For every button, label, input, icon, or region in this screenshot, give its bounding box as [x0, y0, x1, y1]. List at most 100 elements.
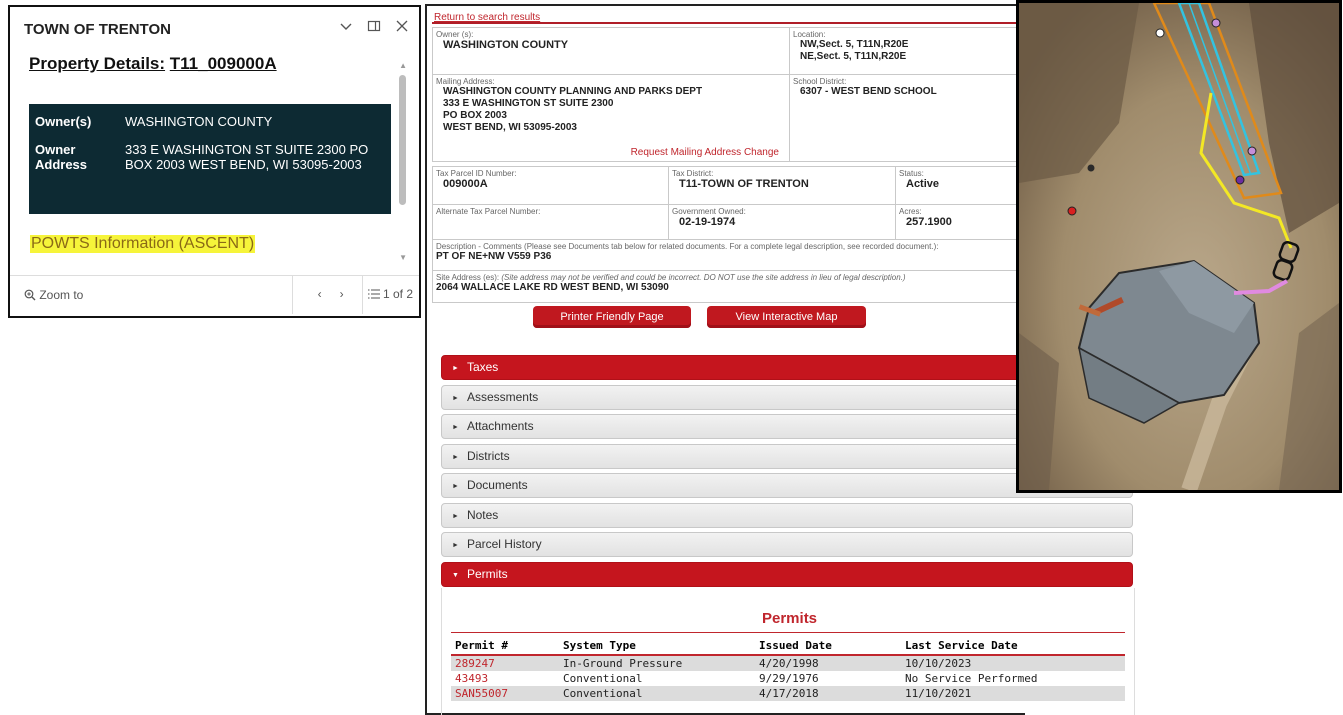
scroll-down-arrow-icon[interactable]: ▼	[399, 253, 407, 262]
table-row: 289247 In-Ground Pressure 4/20/1998 10/1…	[451, 655, 1125, 671]
aerial-imagery	[1019, 3, 1339, 490]
accordion-label: Attachments	[466, 419, 534, 433]
mailing-address-cell: Mailing Address: WASHINGTON COUNTY PLANN…	[432, 74, 790, 162]
location-cell: Location: NW,Sect. 5, T11N,R20E NE,Sect.…	[789, 27, 1027, 75]
location-label: Location:	[793, 30, 826, 39]
tax-parcel-value: 009000A	[443, 178, 488, 190]
permits-title: Permits	[762, 610, 818, 627]
system-type: Conventional	[559, 686, 755, 701]
status-value: Active	[906, 178, 940, 190]
column-header: Last Service Date	[901, 632, 1125, 656]
accordion-label: Permits	[466, 567, 508, 581]
accordion-label: Districts	[466, 449, 510, 463]
status-cell: Status: Active	[895, 166, 1027, 205]
previous-icon[interactable]: ‹	[318, 287, 322, 301]
last-service-date: 10/10/2023	[901, 655, 1125, 671]
popup-footer: Zoom to ‹ › 1 of 2	[10, 275, 419, 316]
location-line-1: NW,Sect. 5, T11N,R20E	[800, 39, 909, 50]
alternate-parcel-label: Alternate Tax Parcel Number:	[436, 207, 541, 216]
request-mailing-change-link[interactable]: Request Mailing Address Change	[631, 147, 779, 158]
permit-link[interactable]: 43493	[451, 671, 559, 686]
accordion-label: Documents	[466, 478, 528, 492]
system-type: In-Ground Pressure	[559, 655, 755, 671]
tax-parcel-label: Tax Parcel ID Number:	[436, 169, 517, 178]
school-district-cell: School District: 6307 - WEST BEND SCHOOL	[789, 74, 1027, 162]
mailing-address-label: Mailing Address:	[436, 77, 495, 86]
scroll-up-arrow-icon[interactable]: ▲	[399, 61, 407, 70]
owner-address-label: Owner Address	[35, 142, 88, 172]
caret-right-icon: ►	[452, 424, 459, 431]
owner-info-table: Owner(s) WASHINGTON COUNTY Owner Address 3…	[29, 104, 391, 214]
table-row: 43493 Conventional 9/29/1976 No Service …	[451, 671, 1125, 686]
popup-title: TOWN OF TRENTON	[24, 21, 171, 38]
table-row: SAN55007 Conventional 4/17/2018 11/10/20…	[451, 686, 1125, 701]
footer-divider	[292, 276, 293, 314]
government-owned-cell: Government Owned: 02-19-1974	[668, 204, 896, 240]
permit-link[interactable]: SAN55007	[451, 686, 559, 701]
column-header: Permit #	[451, 632, 559, 656]
issued-date: 9/29/1976	[759, 672, 819, 685]
caret-right-icon: ►	[452, 395, 459, 402]
issued-date: 4/17/2018	[755, 686, 901, 701]
tax-district-label: Tax District:	[672, 169, 714, 178]
last-service-date: No Service Performed	[905, 672, 1038, 685]
accordion-permits[interactable]: ▼ Permits	[441, 562, 1133, 587]
property-id: T11_009000A	[169, 54, 277, 73]
mailing-line-2: 333 E WASHINGTON ST SUITE 2300	[443, 98, 614, 109]
government-owned-value: 02-19-1974	[679, 216, 736, 228]
printer-friendly-button[interactable]: Printer Friendly Page	[533, 306, 691, 328]
zoom-to-button[interactable]: Zoom to	[24, 288, 83, 302]
site-address-label: Site Address (es):	[436, 273, 500, 282]
header-divider	[432, 22, 1027, 24]
owners-cell: Owner (s): WASHINGTON COUNTY	[432, 27, 790, 75]
accordion-label: Taxes	[466, 360, 499, 374]
caret-right-icon: ►	[452, 483, 459, 490]
pager: ‹ › 1 of 2	[318, 287, 413, 301]
close-icon[interactable]	[395, 19, 409, 37]
tax-parcel-cell: Tax Parcel ID Number: 009000A	[432, 166, 669, 205]
issued-date: 4/20/1998	[755, 655, 901, 671]
powts-info-link[interactable]: POWTS Information (ASCENT)	[30, 235, 256, 253]
mailing-line-4: WEST BEND, WI 53095-2003	[443, 122, 577, 133]
popup-scrollbar[interactable]	[399, 75, 406, 205]
last-service-date: 11/10/2021	[901, 686, 1125, 701]
tax-district-value: T11-TOWN OF TRENTON	[679, 178, 809, 190]
site-address-value: 2064 WALLACE LAKE RD WEST BEND, WI 53090	[436, 282, 669, 293]
owners-label: Owner (s):	[436, 30, 474, 39]
chevron-down-icon[interactable]	[339, 19, 353, 37]
acres-cell: Acres: 257.1900	[895, 204, 1027, 240]
owner-label: Owner(s)	[35, 114, 92, 129]
site-address-note: (Site address may not be verified and co…	[501, 273, 906, 282]
accordion-notes[interactable]: ► Notes	[441, 503, 1133, 528]
school-district-label: School District:	[793, 77, 847, 86]
system-type: Conventional	[563, 672, 643, 685]
description-label: Description - Comments (Please see Docum…	[436, 242, 939, 251]
owner-address-value: 333 E WASHINGTON ST SUITE 2300 PO BOX 20…	[125, 142, 369, 172]
list-icon	[367, 287, 383, 301]
tax-district-cell: Tax District: T11-TOWN OF TRENTON	[668, 166, 896, 205]
column-header: Issued Date	[755, 632, 901, 656]
accordion-label: Parcel History	[466, 537, 542, 551]
mailing-line-3: PO BOX 2003	[443, 110, 507, 121]
feature-list-button[interactable]: 1 of 2	[367, 287, 413, 301]
popup-header-controls	[339, 19, 409, 37]
view-interactive-map-button[interactable]: View Interactive Map	[707, 306, 866, 328]
government-owned-label: Government Owned:	[672, 207, 746, 216]
owners-value: WASHINGTON COUNTY	[443, 39, 569, 51]
caret-right-icon: ►	[452, 542, 459, 549]
permit-link[interactable]: 289247	[451, 655, 559, 671]
acres-value: 257.1900	[906, 216, 952, 228]
aerial-map-view[interactable]	[1016, 0, 1342, 493]
zoom-to-label: Zoom to	[39, 288, 84, 302]
description-value: PT OF NE+NW V559 P36	[436, 251, 552, 262]
description-cell: Description - Comments (Please see Docum…	[432, 239, 1027, 271]
caret-right-icon: ►	[452, 513, 459, 520]
caret-right-icon: ►	[452, 365, 459, 372]
column-header: System Type	[559, 632, 755, 656]
dock-icon[interactable]	[367, 19, 381, 37]
next-icon[interactable]: ›	[340, 287, 344, 301]
zoom-in-icon	[24, 288, 39, 302]
mailing-line-1: WASHINGTON COUNTY PLANNING AND PARKS DEP…	[443, 86, 703, 97]
accordion-parcel-history[interactable]: ► Parcel History	[441, 532, 1133, 557]
permits-table: Permit # System Type Issued Date Last Se…	[451, 632, 1125, 701]
